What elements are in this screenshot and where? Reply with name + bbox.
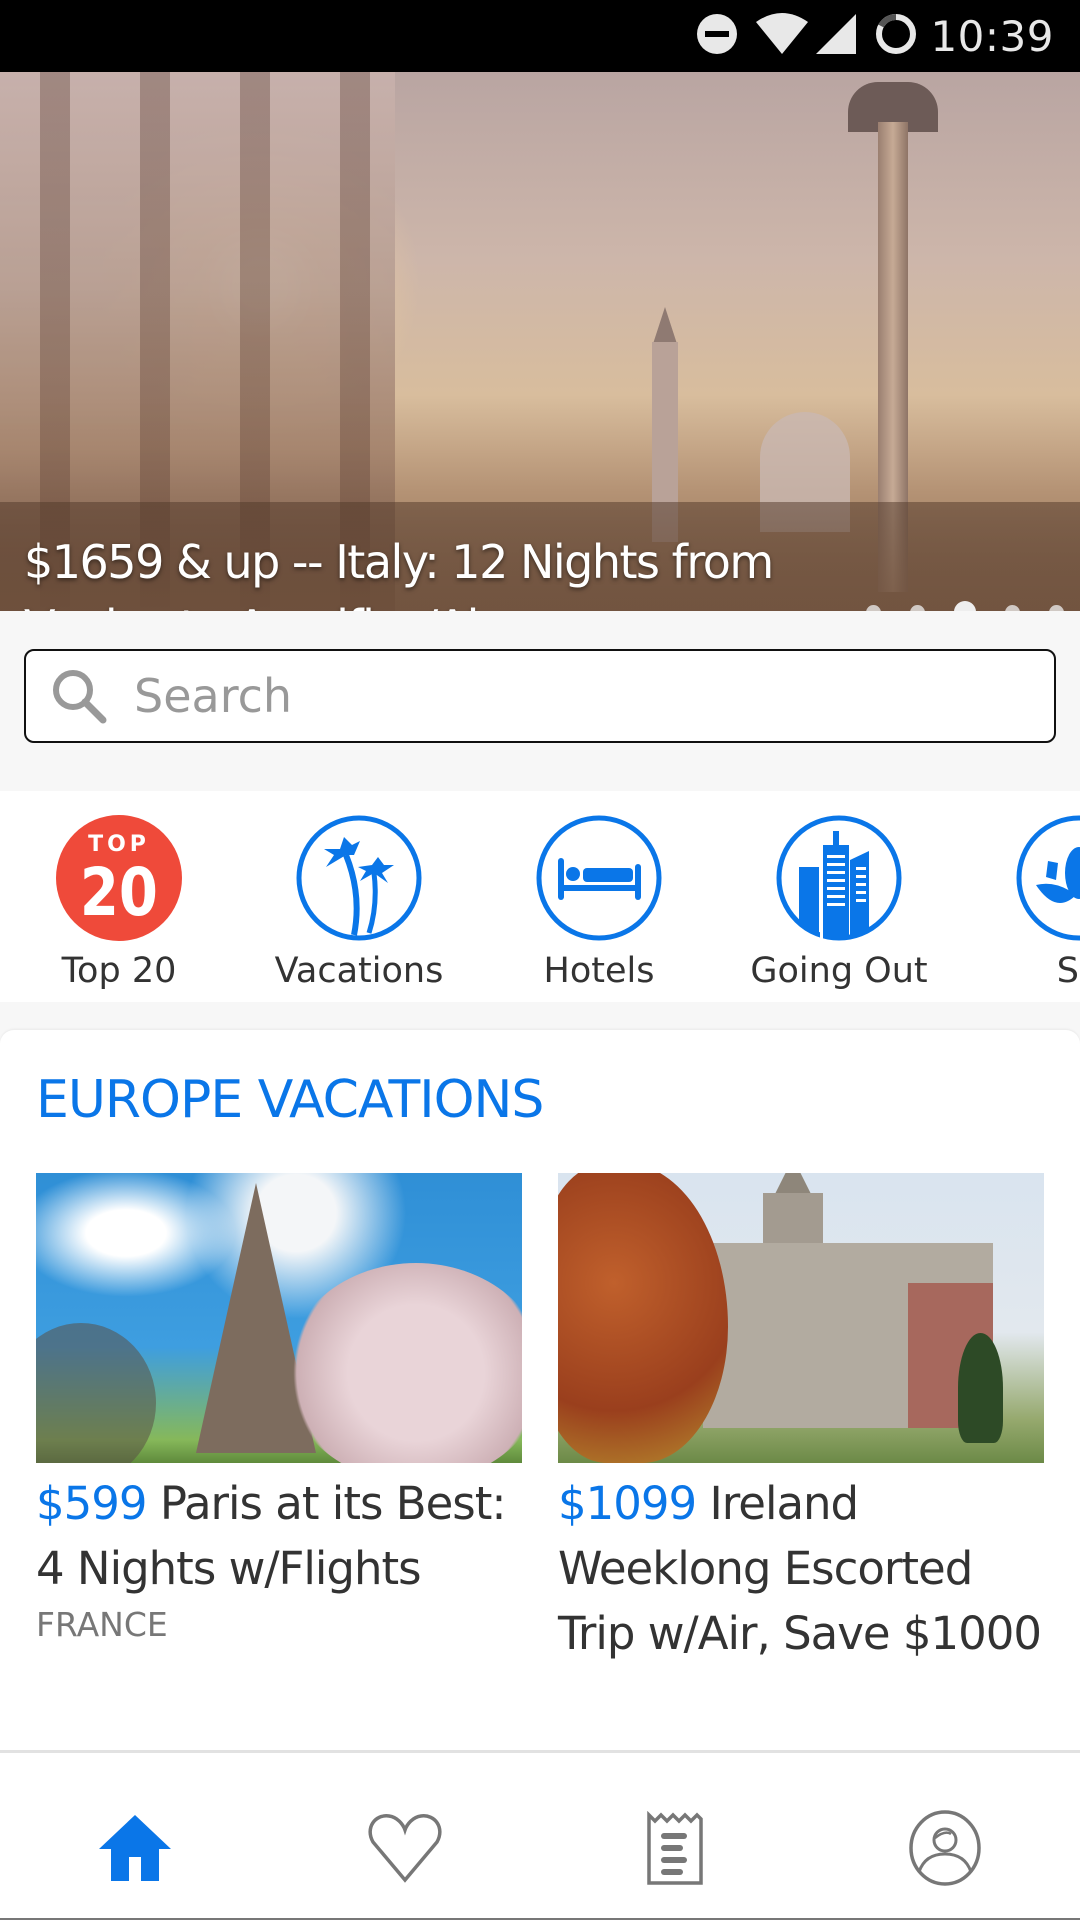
search-icon — [53, 670, 107, 724]
category-top-20[interactable]: TOP 20 Top 20 — [19, 815, 219, 991]
category-label: Vacations — [274, 951, 444, 991]
category-label: Hotels — [543, 951, 655, 991]
search-section — [0, 611, 1080, 791]
category-strip[interactable]: TOP 20 Top 20 Vacations Hotels Going Out… — [0, 791, 1080, 1002]
top-20-badge-icon: TOP 20 — [56, 815, 182, 941]
carousel-dot[interactable] — [954, 601, 976, 611]
sync-icon — [874, 12, 918, 60]
home-icon — [99, 1815, 171, 1881]
do-not-disturb-icon — [696, 13, 738, 59]
nav-account[interactable] — [905, 1808, 985, 1888]
photo-cypress — [958, 1333, 1003, 1443]
nav-favorites[interactable] — [365, 1808, 445, 1888]
badge-top-text: TOP — [88, 832, 150, 857]
deal-image-irish-castle[interactable] — [558, 1173, 1044, 1463]
badge-number-text: 20 — [80, 855, 158, 932]
category-label: Sp — [1056, 951, 1080, 991]
deal-image-eiffel-tower[interactable] — [36, 1173, 522, 1463]
deal-title[interactable]: $599 Paris at its Best: 4 Nights w/Fligh… — [36, 1471, 522, 1601]
category-spa[interactable]: Sp — [979, 815, 1080, 991]
heart-icon — [368, 1814, 442, 1883]
city-buildings-icon — [776, 815, 902, 941]
hero-photo-spire — [652, 307, 678, 347]
deal-card[interactable]: $1099 Ireland Weeklong Escorted Trip w/A… — [558, 1173, 1044, 1666]
category-label: Top 20 — [61, 951, 177, 991]
wifi-icon — [754, 12, 810, 60]
palm-trees-icon — [296, 815, 422, 941]
deal-country: FRANCE — [36, 1605, 168, 1644]
deal-card[interactable]: $599 Paris at its Best: 4 Nights w/Fligh… — [36, 1173, 522, 1644]
photo-autumn-tree — [558, 1173, 728, 1463]
nav-home[interactable] — [95, 1808, 175, 1888]
cell-signal-icon — [814, 12, 858, 60]
status-bar: 10:39 — [0, 0, 1080, 72]
category-label: Going Out — [750, 951, 928, 991]
category-vacations[interactable]: Vacations — [259, 815, 459, 991]
search-bar[interactable] — [24, 649, 1056, 743]
nav-orders[interactable] — [635, 1808, 715, 1888]
category-hotels[interactable]: Hotels — [499, 815, 699, 991]
status-time: 10:39 — [930, 11, 1054, 61]
lotus-icon — [1016, 815, 1080, 941]
carousel-indicator — [866, 601, 1080, 611]
photo-blossom — [286, 1263, 522, 1463]
deal-price: $599 — [36, 1477, 148, 1530]
deal-title[interactable]: $1099 Ireland Weeklong Escorted Trip w/A… — [558, 1471, 1044, 1666]
europe-vacations-section: EUROPE VACATIONS $599 Paris at its Best:… — [0, 1030, 1080, 1750]
hero-caption: $1659 & up -- Italy: 12 Nights from Veni… — [24, 535, 774, 611]
receipt-icon — [647, 1811, 703, 1885]
bottom-navigation — [0, 1750, 1080, 1920]
category-going-out[interactable]: Going Out — [739, 815, 939, 991]
photo-tree — [36, 1323, 156, 1463]
search-input[interactable] — [132, 668, 1016, 724]
bed-icon — [536, 815, 662, 941]
hero-banner[interactable]: $1659 & up -- Italy: 12 Nights from Veni… — [0, 72, 1080, 611]
profile-icon — [909, 1810, 981, 1886]
deal-price: $1099 — [558, 1477, 697, 1530]
section-title[interactable]: EUROPE VACATIONS — [36, 1070, 544, 1130]
